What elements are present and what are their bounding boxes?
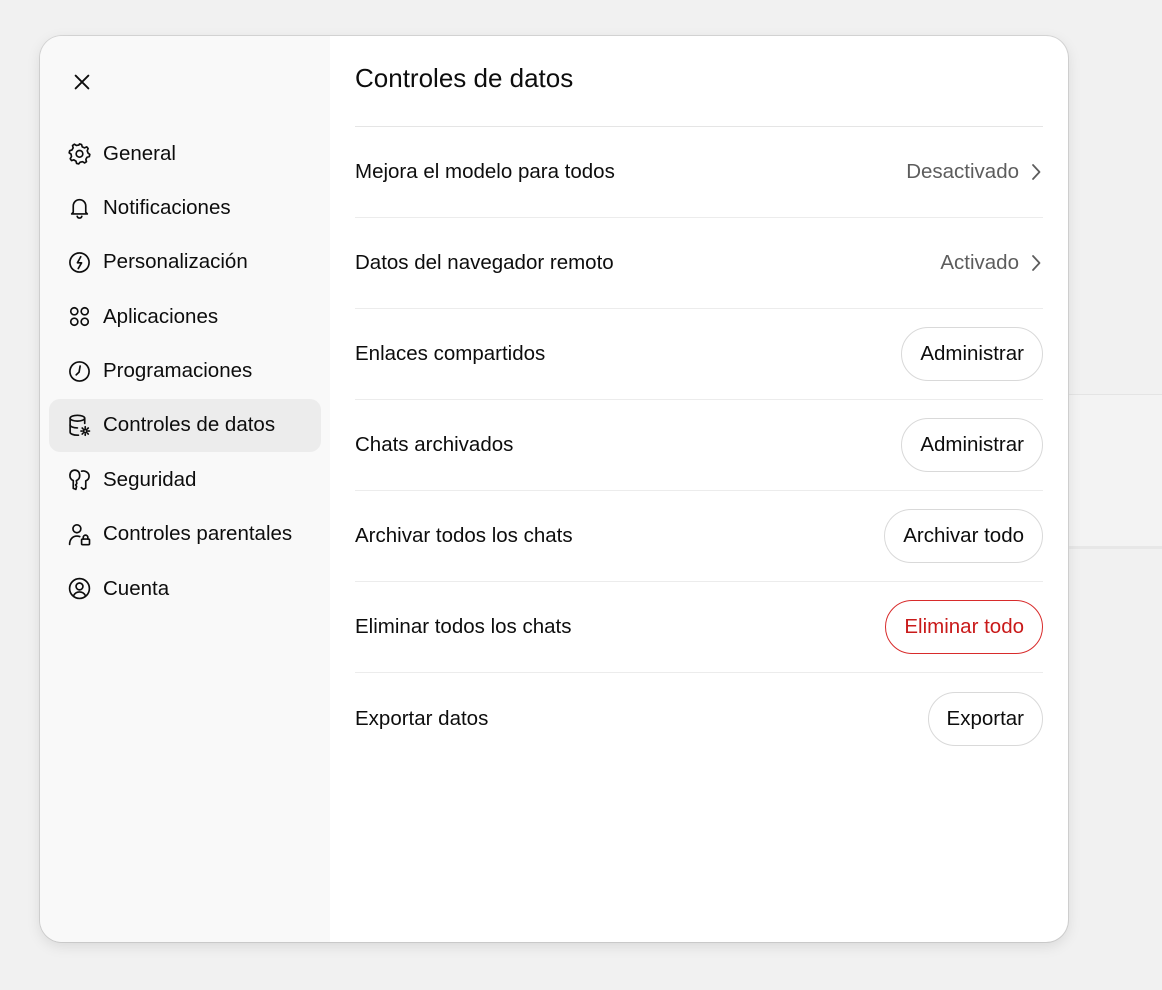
shield-key-icon [66,467,92,493]
setting-row-improve-model: Mejora el modelo para todos Desactivado [355,127,1043,218]
user-circle-icon [66,576,92,602]
delete-all-button[interactable]: Eliminar todo [885,600,1043,654]
close-button[interactable] [64,64,100,100]
setting-label: Mejora el modelo para todos [355,160,615,183]
export-data-button[interactable]: Exportar [927,691,1043,746]
gear-icon [66,141,92,167]
settings-nav: General Notificaciones Personalización A… [49,127,321,617]
sidebar-item-controles-parentales[interactable]: Controles parentales [49,508,321,561]
personalization-icon [66,249,92,275]
sidebar-item-notificaciones[interactable]: Notificaciones [49,181,321,234]
chevron-right-icon [1029,163,1043,181]
setting-row-archive-all: Archivar todos los chats Archivar todo [355,491,1043,582]
setting-label: Datos del navegador remoto [355,251,614,274]
close-icon [71,71,93,93]
database-gear-icon [66,412,92,438]
sidebar-item-label: General [103,141,176,165]
apps-grid-icon [66,304,92,330]
sidebar-item-personalizacion[interactable]: Personalización [49,236,321,289]
sidebar-item-general[interactable]: General [49,127,321,180]
sidebar-item-controles-de-datos[interactable]: Controles de datos [49,398,321,452]
settings-dialog: General Notificaciones Personalización A… [40,36,1068,942]
bell-icon [66,195,92,221]
sidebar-item-cuenta[interactable]: Cuenta [49,562,321,615]
setting-label: Chats archivados [355,433,514,456]
user-lock-icon [66,521,92,547]
chevron-right-icon [1029,254,1043,272]
sidebar-item-programaciones[interactable]: Programaciones [49,345,321,398]
manage-shared-links-button[interactable]: Administrar [901,327,1043,381]
manage-archived-chats-button[interactable]: Administrar [901,418,1043,472]
sidebar-item-label: Seguridad [103,467,197,491]
setting-label: Eliminar todos los chats [355,615,572,638]
setting-value: Activado [940,251,1019,274]
setting-row-delete-all: Eliminar todos los chats Eliminar todo [355,582,1043,673]
setting-row-remote-browser-data: Datos del navegador remoto Activado [355,218,1043,309]
sidebar-item-label: Aplicaciones [103,304,219,328]
sidebar-item-label: Controles parentales [103,522,293,546]
sidebar-item-label: Controles de datos [103,413,276,437]
setting-row-archived-chats: Chats archivados Administrar [355,400,1043,491]
settings-content: Controles de datos Mejora el modelo para… [330,36,1068,942]
setting-label: Enlaces compartidos [355,342,546,365]
setting-value: Desactivado [906,160,1019,183]
sidebar-item-label: Personalización [103,250,248,274]
archive-all-button[interactable]: Archivar todo [884,509,1043,563]
settings-sidebar: General Notificaciones Personalización A… [40,36,330,942]
remote-browser-data-link[interactable]: Activado [940,251,1043,275]
setting-label: Exportar datos [355,706,489,730]
sidebar-item-label: Cuenta [103,576,170,600]
improve-model-link[interactable]: Desactivado [906,160,1043,184]
sidebar-item-label: Programaciones [103,359,253,383]
setting-row-shared-links: Enlaces compartidos Administrar [355,309,1043,400]
sidebar-item-label: Notificaciones [103,195,231,219]
page-title: Controles de datos [355,63,574,93]
setting-row-export-data: Exportar datos Exportar [355,673,1043,764]
background-panel-edge [1069,394,1162,549]
settings-list: Mejora el modelo para todos Desactivado … [355,127,1043,764]
sidebar-item-aplicaciones[interactable]: Aplicaciones [49,290,321,343]
setting-label: Archivar todos los chats [355,524,573,547]
sidebar-item-seguridad[interactable]: Seguridad [49,453,321,506]
clock-icon [66,358,92,384]
